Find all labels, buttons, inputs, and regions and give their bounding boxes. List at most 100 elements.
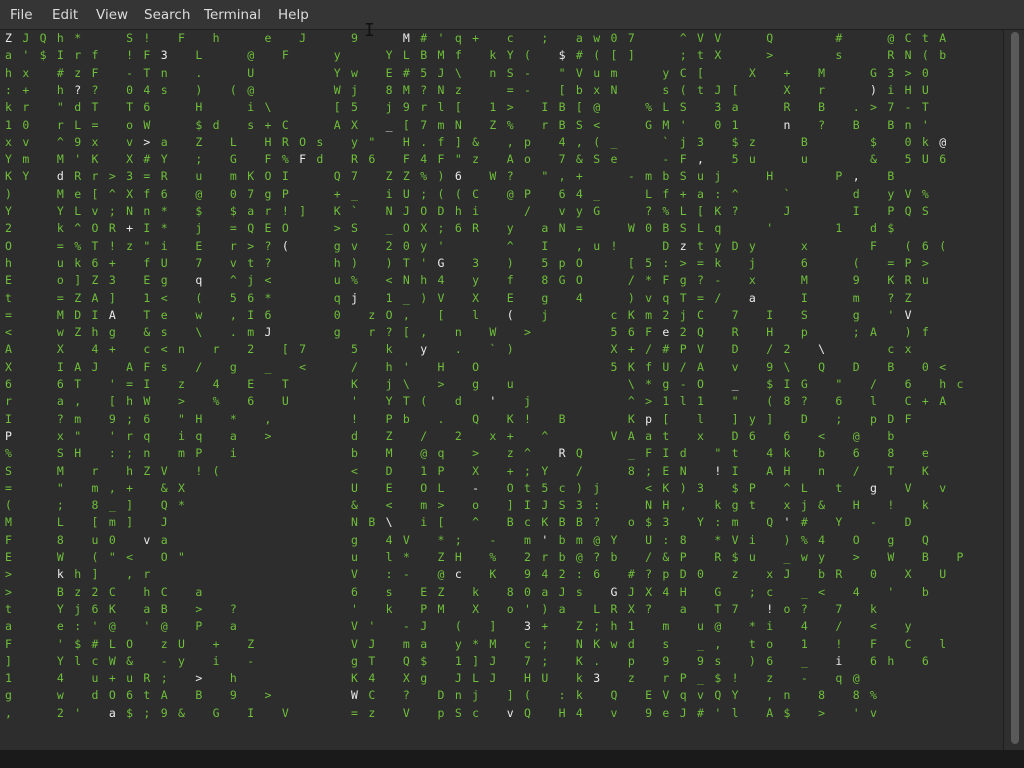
- matrix-glyph: >: [5, 567, 12, 582]
- matrix-glyph: N: [679, 463, 687, 478]
- matrix-glyph: W: [489, 169, 497, 184]
- matrix-glyph: A: [766, 705, 774, 720]
- matrix-glyph: 0: [402, 238, 410, 253]
- matrix-glyph: ^: [472, 515, 480, 530]
- matrix-glyph: T: [402, 255, 410, 270]
- matrix-glyph: k: [575, 688, 583, 703]
- matrix-glyph: J: [541, 498, 549, 513]
- matrix-glyph: Z: [575, 619, 583, 634]
- matrix-glyph: 0: [22, 117, 30, 132]
- matrix-glyph: m: [852, 290, 860, 305]
- matrix-glyph: /: [835, 619, 843, 634]
- matrix-glyph: Z: [5, 31, 12, 45]
- matrix-glyph: q: [714, 221, 722, 236]
- matrix-glyph: m: [420, 498, 428, 513]
- matrix-glyph: ": [558, 65, 566, 80]
- matrix-glyph: =: [56, 290, 64, 305]
- matrix-glyph: R: [904, 273, 912, 288]
- menu-terminal[interactable]: Terminal: [204, 0, 261, 30]
- matrix-glyph: ): [679, 480, 687, 495]
- matrix-glyph: p: [645, 411, 653, 426]
- matrix-glyph: 6: [160, 186, 168, 201]
- matrix-glyph: G: [870, 65, 877, 80]
- matrix-glyph: ": [178, 550, 185, 564]
- matrix-glyph: I: [91, 307, 99, 322]
- matrix-glyph: Q: [697, 325, 704, 340]
- matrix-glyph: Q: [766, 31, 774, 45]
- matrix-glyph: k: [385, 601, 393, 616]
- matrix-glyph: [: [697, 204, 704, 218]
- matrix-glyph: ,: [679, 498, 687, 513]
- matrix-glyph: 4: [420, 152, 428, 167]
- matrix-glyph: P: [679, 550, 687, 564]
- matrix-glyph: r: [5, 394, 12, 409]
- matrix-glyph: _: [593, 186, 601, 201]
- matrix-glyph: J: [299, 31, 307, 45]
- matrix-glyph: 3: [697, 480, 704, 495]
- matrix-glyph: A: [160, 688, 168, 703]
- matrix-glyph: -: [800, 671, 808, 686]
- menu-help[interactable]: Help: [278, 0, 309, 30]
- terminal-line: Ym M ' K X # Y; G F% Fd R 6 F 4 F " z Ao 7 & Se - F, 5 u u & 5 U 6: [0, 151, 1003, 168]
- matrix-glyph: k: [74, 255, 82, 270]
- menu-view[interactable]: View: [96, 0, 128, 30]
- matrix-glyph: j: [541, 307, 549, 322]
- matrix-glyph: D: [74, 307, 82, 322]
- matrix-glyph: _: [402, 290, 410, 305]
- matrix-glyph: J: [91, 359, 99, 374]
- matrix-glyph: w: [56, 688, 64, 703]
- matrix-glyph: _: [108, 498, 116, 513]
- matrix-glyph: !: [610, 238, 618, 253]
- matrix-glyph: <: [939, 359, 947, 374]
- matrix-glyph: +: [506, 428, 514, 443]
- matrix-glyph: v: [697, 688, 704, 703]
- matrix-glyph: I: [247, 307, 255, 322]
- matrix-glyph: 8: [818, 688, 826, 703]
- matrix-glyph: x: [91, 134, 99, 149]
- menu-file[interactable]: File: [10, 0, 33, 30]
- matrix-glyph: c: [506, 31, 514, 45]
- matrix-glyph: y: [420, 238, 428, 253]
- menu-search[interactable]: Search: [144, 0, 190, 30]
- matrix-glyph: ,: [108, 480, 116, 495]
- terminal-line: Eo] Z 3 Eg q ^ j < u% < Nh 4 y f 8 G O / * Fg? - x M 9 K Ru: [0, 272, 1003, 289]
- matrix-glyph: $: [887, 221, 895, 236]
- matrix-glyph: K: [714, 204, 722, 218]
- matrix-glyph: 5: [610, 325, 618, 340]
- matrix-glyph: -: [489, 532, 497, 547]
- matrix-glyph: [: [91, 515, 99, 530]
- matrix-glyph: H: [74, 446, 82, 461]
- matrix-glyph: 3: [126, 169, 134, 184]
- matrix-glyph: F: [437, 152, 445, 167]
- matrix-glyph: ]: [489, 619, 497, 634]
- matrix-glyph: j: [593, 480, 601, 495]
- scrollbar-thumb[interactable]: [1011, 32, 1019, 744]
- matrix-glyph: c: [524, 515, 531, 530]
- matrix-glyph: ;: [454, 532, 462, 547]
- matrix-glyph: d: [351, 428, 358, 443]
- matrix-glyph: b: [939, 48, 947, 63]
- matrix-glyph: ): [351, 255, 358, 270]
- matrix-glyph: [: [558, 82, 566, 97]
- matrix-glyph: Q: [472, 411, 480, 426]
- matrix-glyph: S: [679, 169, 687, 184]
- matrix-glyph: 2: [91, 584, 99, 599]
- matrix-glyph: %: [5, 446, 12, 461]
- terminal-screen[interactable]: Z J Qh * S! Fh e J 9 M # ' q + c; a w 0 7 ^ V V Q # @ Ct Aa ' $ Ir f! F…: [0, 30, 1003, 750]
- matrix-glyph: r: [22, 100, 30, 115]
- matrix-glyph: Y: [333, 65, 341, 80]
- matrix-glyph: 6: [921, 238, 929, 253]
- matrix-glyph: ': [852, 705, 860, 720]
- matrix-glyph: i: [385, 186, 393, 201]
- matrix-glyph: U: [351, 480, 358, 495]
- matrix-glyph: ^: [731, 186, 739, 201]
- matrix-glyph: 1: [697, 394, 704, 409]
- terminal-scrollbar[interactable]: [1003, 30, 1024, 750]
- matrix-glyph: 8: [541, 273, 549, 288]
- matrix-glyph: _: [351, 186, 358, 201]
- menu-edit[interactable]: Edit: [52, 0, 78, 30]
- matrix-glyph: J: [22, 31, 30, 45]
- matrix-glyph: :: [74, 619, 82, 634]
- matrix-glyph: U: [921, 82, 929, 97]
- matrix-glyph: ]: [506, 688, 514, 703]
